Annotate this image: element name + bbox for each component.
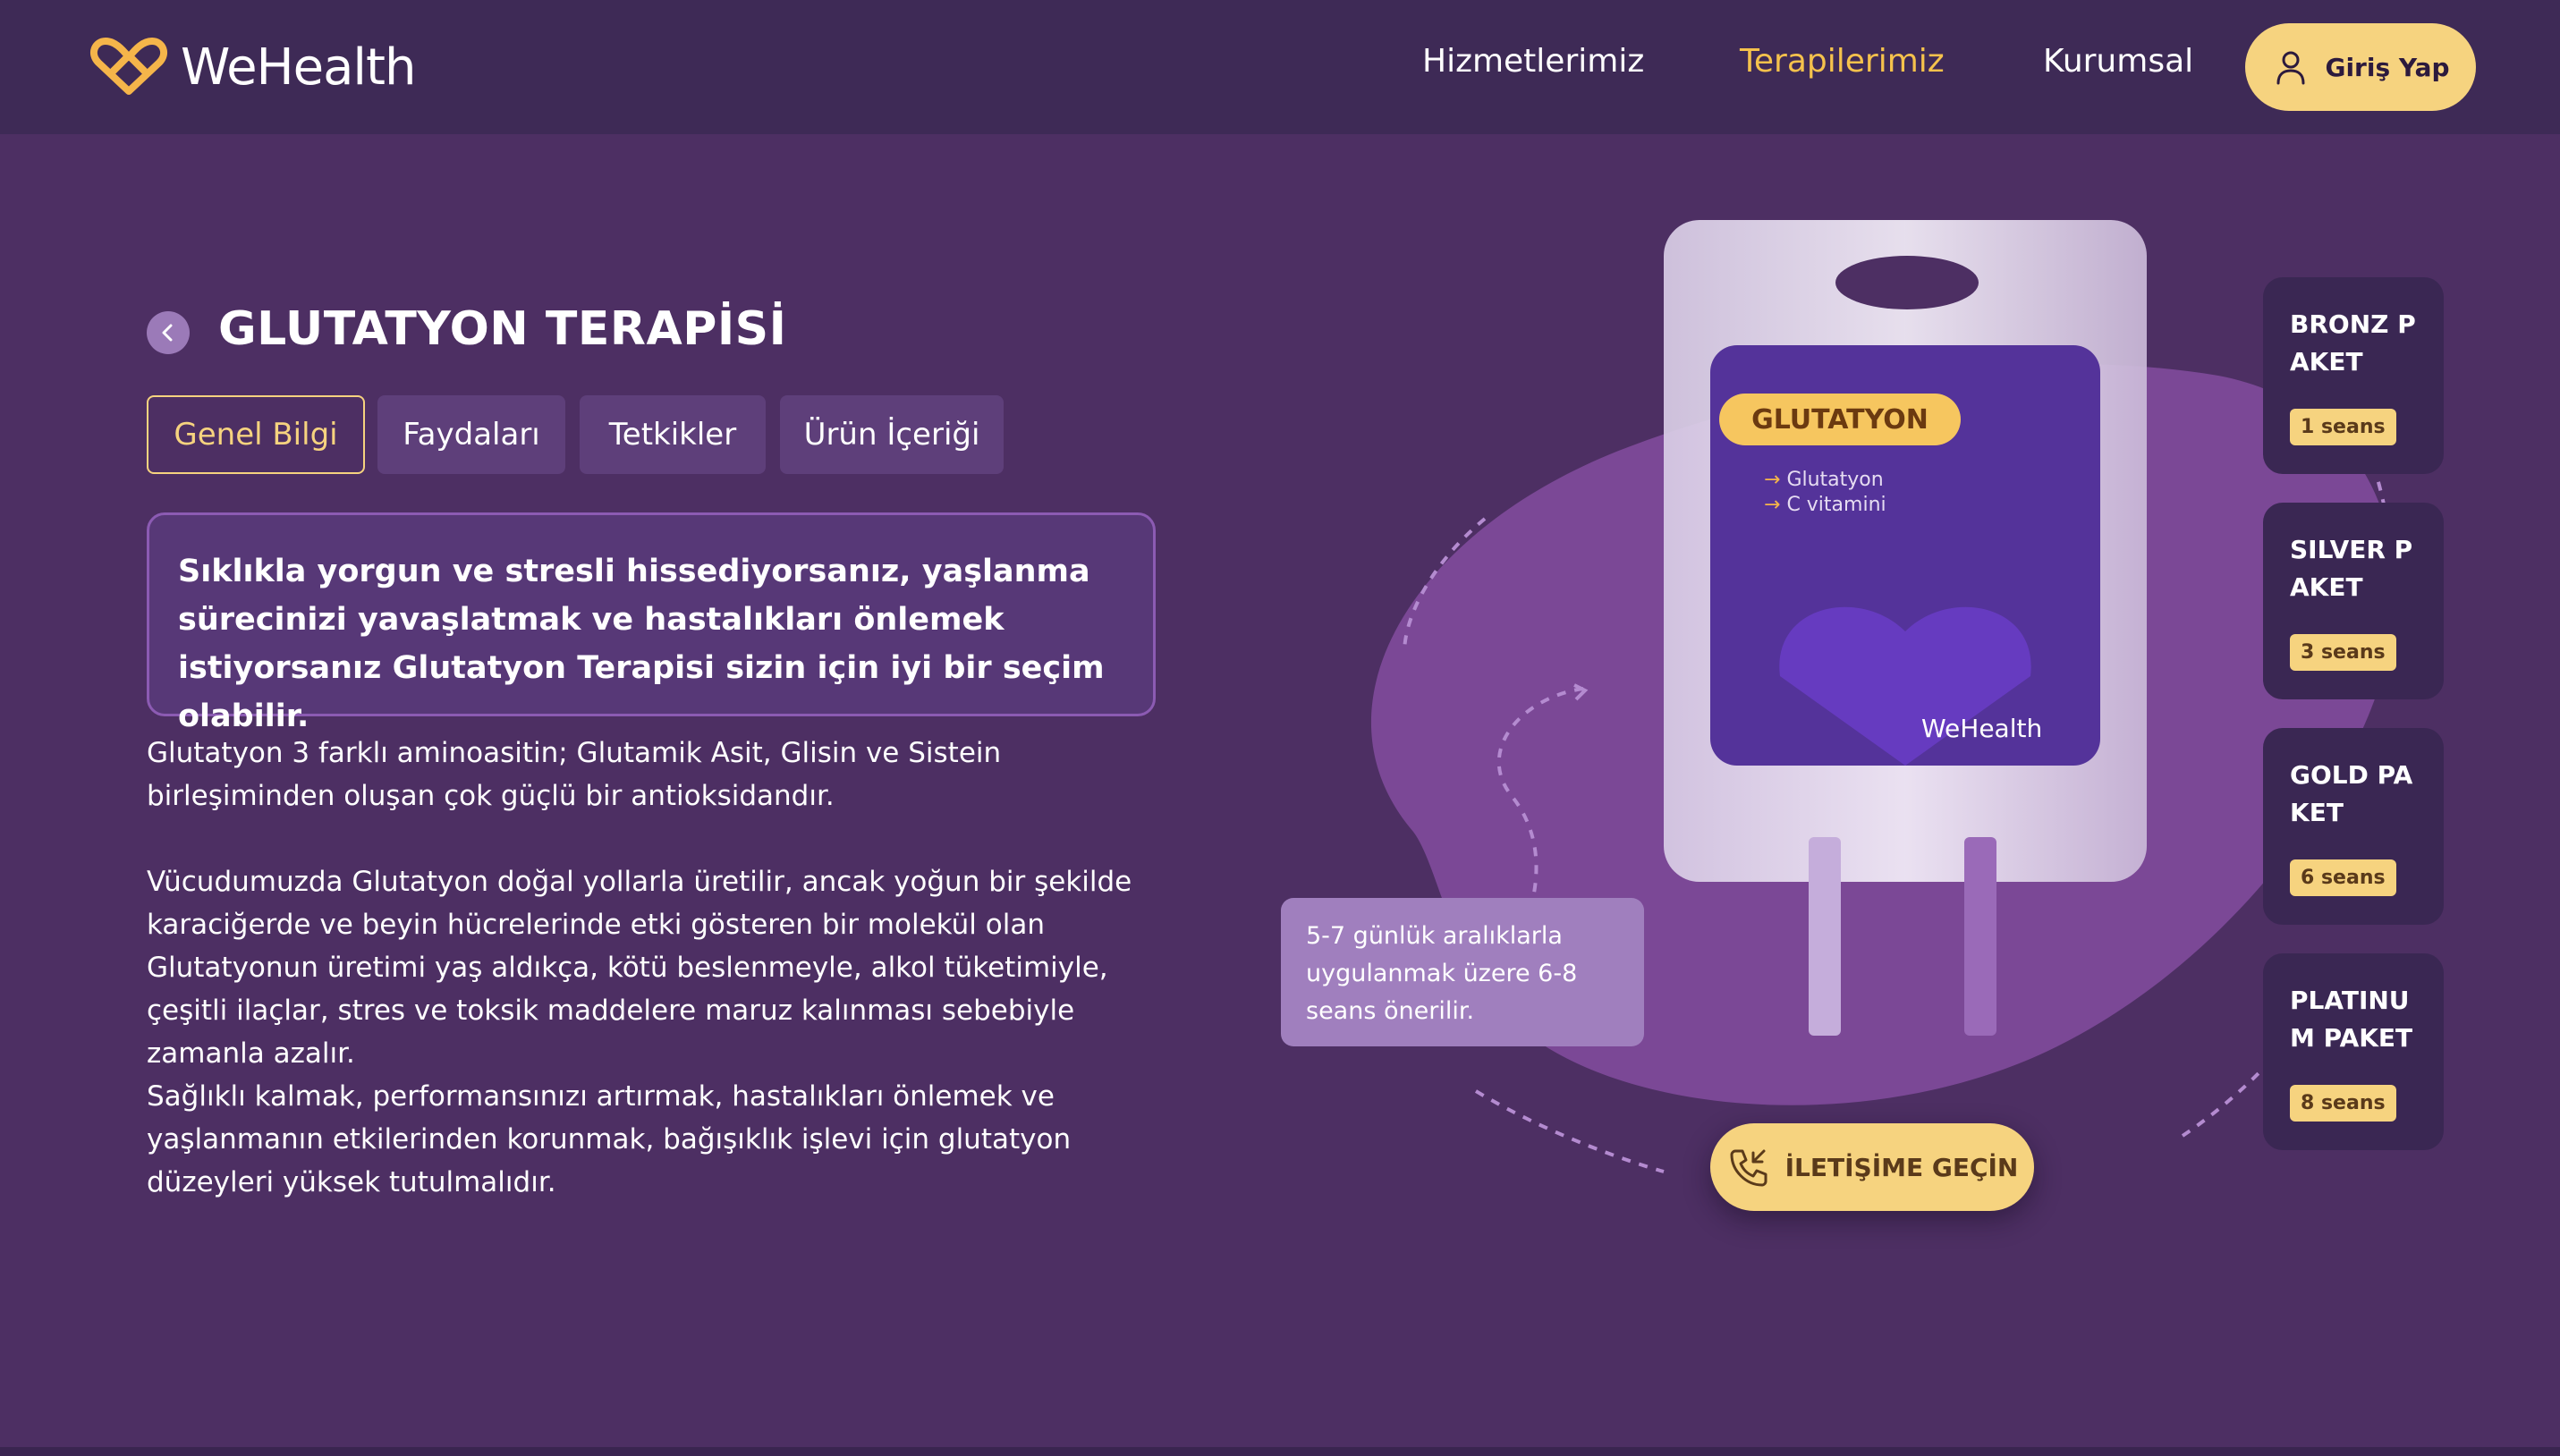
back-button[interactable] [147, 311, 190, 354]
tab-genel-bilgi[interactable]: Genel Bilgi [147, 395, 365, 474]
bag-tube-right [1964, 837, 1996, 1036]
brand-name: WeHealth [181, 38, 416, 97]
phone-incoming-icon [1730, 1149, 1767, 1187]
contact-button-label: İLETİŞİME GEÇİN [1784, 1152, 2019, 1182]
bottom-bar [0, 1447, 2560, 1456]
tab-urun-icerigi[interactable]: Ürün İçeriği [780, 395, 1004, 474]
heart-logo-icon [89, 38, 168, 95]
brand-logo[interactable]: WeHealth [88, 36, 416, 98]
package-name: SILVER PAKET [2290, 535, 2413, 602]
page-title: GLUTATYON TERAPİSİ [218, 302, 787, 356]
nav-item-terapilerimiz[interactable]: Terapilerimiz [1740, 43, 1945, 80]
product-label-badge: GLUTATYON [1719, 394, 1961, 445]
top-navbar: WeHealth Hizmetlerimiz Terapilerimiz Kur… [0, 0, 2560, 134]
package-card-silver[interactable]: SILVER PAKET 3 seans [2263, 503, 2444, 699]
package-sessions-badge: 6 seans [2290, 859, 2396, 896]
ingredient-item: → C vitamini [1764, 494, 1886, 516]
paragraph-1: Glutatyon 3 farklı aminoasitin; Glutamik… [147, 737, 1002, 812]
package-sessions-badge: 3 seans [2290, 634, 2396, 671]
session-info-text: 5-7 günlük aralıklarla uygulanmak üzere … [1306, 922, 1578, 1025]
package-name: BRONZ PAKET [2290, 309, 2416, 377]
paragraph-2: Vücudumuzda Glutatyon doğal yollarla üre… [147, 866, 1132, 1070]
nav-item-hizmetlerimiz[interactable]: Hizmetlerimiz [1422, 43, 1644, 80]
highlight-text: Sıklıkla yorgun ve stresli hissediyorsan… [178, 554, 1105, 734]
user-icon [2276, 51, 2305, 85]
login-button-label: Giriş Yap [2325, 52, 2450, 82]
chevron-left-icon [162, 324, 173, 342]
contact-button[interactable]: İLETİŞİME GEÇİN [1710, 1123, 2034, 1211]
ingredient-item: → Glutatyon [1764, 469, 1884, 491]
package-sessions-badge: 1 seans [2290, 409, 2396, 445]
paragraph-3: Sağlıklı kalmak, performansınızı artırma… [147, 1080, 1072, 1198]
package-card-gold[interactable]: GOLD PAKET 6 seans [2263, 728, 2444, 925]
arrow-right-icon: → [1764, 469, 1787, 491]
tab-faydalari[interactable]: Faydaları [377, 395, 565, 474]
package-card-bronz[interactable]: BRONZ PAKET 1 seans [2263, 277, 2444, 474]
session-info-box: 5-7 günlük aralıklarla uygulanmak üzere … [1281, 898, 1644, 1046]
arrow-right-icon: → [1764, 494, 1787, 516]
login-button[interactable]: Giriş Yap [2245, 23, 2476, 111]
product-label-text: GLUTATYON [1751, 403, 1928, 436]
bag-brand: WeHealth [1921, 714, 2043, 743]
iv-bag-image [1664, 220, 2147, 882]
bag-tube-left [1809, 837, 1841, 1036]
highlight-box: Sıklıkla yorgun ve stresli hissediyorsan… [147, 512, 1156, 734]
package-name: GOLD PAKET [2290, 760, 2413, 827]
package-sessions-badge: 8 seans [2290, 1085, 2396, 1122]
package-card-platinum[interactable]: PLATINUM PAKET 8 seans [2263, 953, 2444, 1150]
package-name: PLATINUM PAKET [2290, 986, 2413, 1053]
tab-tetkikler[interactable]: Tetkikler [580, 395, 766, 474]
nav-item-kurumsal[interactable]: Kurumsal [2043, 43, 2193, 80]
